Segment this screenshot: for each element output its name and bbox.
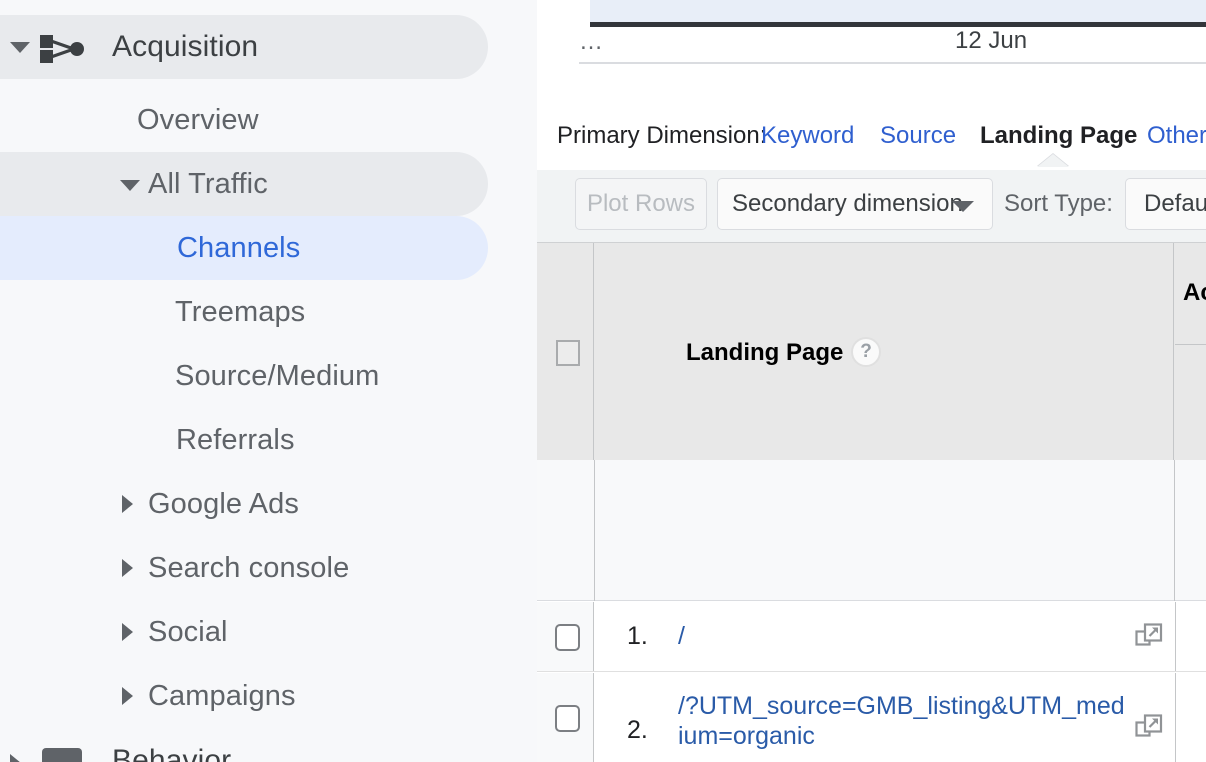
help-icon[interactable]: ?: [851, 337, 881, 367]
sort-type-label: Sort Type:: [1004, 190, 1113, 217]
sidebar-item-label: Acquisition: [112, 30, 259, 63]
primary-dimension-landing-page[interactable]: Landing Page: [980, 122, 1137, 150]
secondary-dimension-dropdown[interactable]: Secondary dimension: [717, 178, 993, 230]
row-select-checkbox[interactable]: [555, 704, 580, 732]
landing-page-link[interactable]: /?UTM_source=GMB_listing&UTM_medium=orga…: [678, 691, 1128, 751]
primary-dimension-keyword[interactable]: Keyword: [761, 122, 854, 150]
row-index: 2.: [627, 716, 648, 744]
app-root: Acquisition Overview All Traffic Channel…: [0, 0, 1206, 762]
row-select-checkbox[interactable]: [555, 623, 580, 651]
sidebar-item-overview[interactable]: Overview: [0, 88, 488, 152]
select-all-checkbox[interactable]: [556, 340, 580, 366]
landing-page-link[interactable]: /: [678, 621, 1128, 651]
sidebar-item-treemaps[interactable]: Treemaps: [0, 280, 488, 344]
table-totals-row: [537, 460, 1206, 601]
left-navigation-sidebar: Acquisition Overview All Traffic Channel…: [0, 0, 537, 762]
main-content-panel: … 12 Jun Primary Dimension: Keyword Sour…: [537, 0, 1206, 762]
row-checkbox-cell: [537, 673, 594, 762]
sidebar-item-all-traffic[interactable]: All Traffic: [0, 152, 488, 216]
table-toolbar: Plot Rows Secondary dimension Sort Type:…: [537, 170, 1206, 242]
sidebar-item-label: Treemaps: [175, 295, 306, 328]
sort-type-dropdown[interactable]: Default: [1125, 178, 1206, 230]
chevron-right-icon[interactable]: [122, 687, 133, 705]
primary-dimension-source[interactable]: Source: [880, 122, 956, 150]
table-header-metric-group: Ac: [1175, 243, 1206, 460]
cell-divider: [1174, 460, 1175, 601]
sidebar-item-referrals[interactable]: Referrals: [0, 408, 488, 472]
behavior-icon: [42, 748, 82, 762]
primary-dimension-label: Primary Dimension:: [557, 122, 767, 149]
sidebar-item-search-console[interactable]: Search console: [0, 536, 488, 600]
traffic-chart-bottom: … 12 Jun: [537, 0, 1206, 72]
cell-divider: [594, 460, 595, 601]
sidebar-item-social[interactable]: Social: [0, 600, 488, 664]
row-index: 1.: [627, 622, 648, 650]
sidebar-item-label: Source/Medium: [175, 359, 380, 392]
chart-area-fill: [590, 0, 1206, 22]
plot-rows-button[interactable]: Plot Rows: [575, 178, 707, 230]
chart-bottom-divider: [579, 62, 1206, 64]
sidebar-item-label: Search console: [148, 551, 350, 584]
row-checkbox-cell: [537, 602, 594, 671]
chart-x-axis-line: [590, 22, 1206, 27]
table-header-dimension-cell: Landing Page ?: [595, 243, 1174, 460]
column-group-header-acquisition: Ac: [1183, 279, 1206, 306]
chevron-right-icon[interactable]: [122, 623, 133, 641]
sidebar-item-label: Behavior: [112, 744, 232, 762]
sidebar-item-label: Channels: [177, 231, 301, 264]
sidebar-item-behavior[interactable]: Behavior: [0, 736, 488, 762]
open-in-new-window-icon[interactable]: [1135, 713, 1165, 743]
table-header-checkbox-cell: [537, 243, 594, 460]
share-nodes-icon: [40, 35, 84, 63]
sidebar-item-google-ads[interactable]: Google Ads: [0, 472, 488, 536]
chevron-down-icon[interactable]: [120, 180, 140, 191]
primary-dimension-other[interactable]: Other: [1147, 122, 1206, 150]
chevron-right-icon[interactable]: [122, 495, 133, 513]
chart-x-tick-date: 12 Jun: [955, 27, 1028, 54]
table-row[interactable]: 1. /: [537, 602, 1206, 672]
landing-page-table: Landing Page ? Ac 1. /: [537, 242, 1206, 762]
sidebar-item-source-medium[interactable]: Source/Medium: [0, 344, 488, 408]
sidebar-item-label: Campaigns: [148, 679, 296, 712]
sidebar-item-channels[interactable]: Channels: [0, 216, 488, 280]
column-header-landing-page: Landing Page: [686, 339, 844, 366]
chevron-down-icon: [952, 201, 974, 212]
metric-group-divider: [1175, 344, 1206, 345]
sidebar-item-label: Google Ads: [148, 487, 299, 520]
row-metric-cell: [1175, 602, 1206, 671]
sidebar-item-label: Social: [148, 615, 228, 648]
table-row[interactable]: 2. /?UTM_source=GMB_listing&UTM_medium=o…: [537, 673, 1206, 762]
chevron-down-icon[interactable]: [10, 42, 30, 53]
sidebar-item-acquisition[interactable]: Acquisition: [0, 15, 488, 79]
secondary-dimension-label: Secondary dimension: [732, 190, 963, 217]
chevron-right-icon[interactable]: [10, 754, 21, 762]
chart-x-tick-ellipsis: …: [579, 28, 605, 55]
sidebar-item-label: Overview: [137, 103, 259, 136]
sidebar-item-campaigns[interactable]: Campaigns: [0, 664, 488, 728]
primary-dimension-bar: Primary Dimension: Keyword Source Landin…: [537, 118, 1206, 167]
active-dimension-pointer: [1037, 154, 1069, 167]
chevron-right-icon[interactable]: [122, 559, 133, 577]
sidebar-item-label: Referrals: [176, 423, 295, 456]
open-in-new-window-icon[interactable]: [1135, 622, 1165, 652]
row-metric-cell: [1175, 673, 1206, 762]
sidebar-item-label: All Traffic: [148, 167, 268, 200]
table-header-row: Landing Page ? Ac: [537, 242, 1206, 460]
